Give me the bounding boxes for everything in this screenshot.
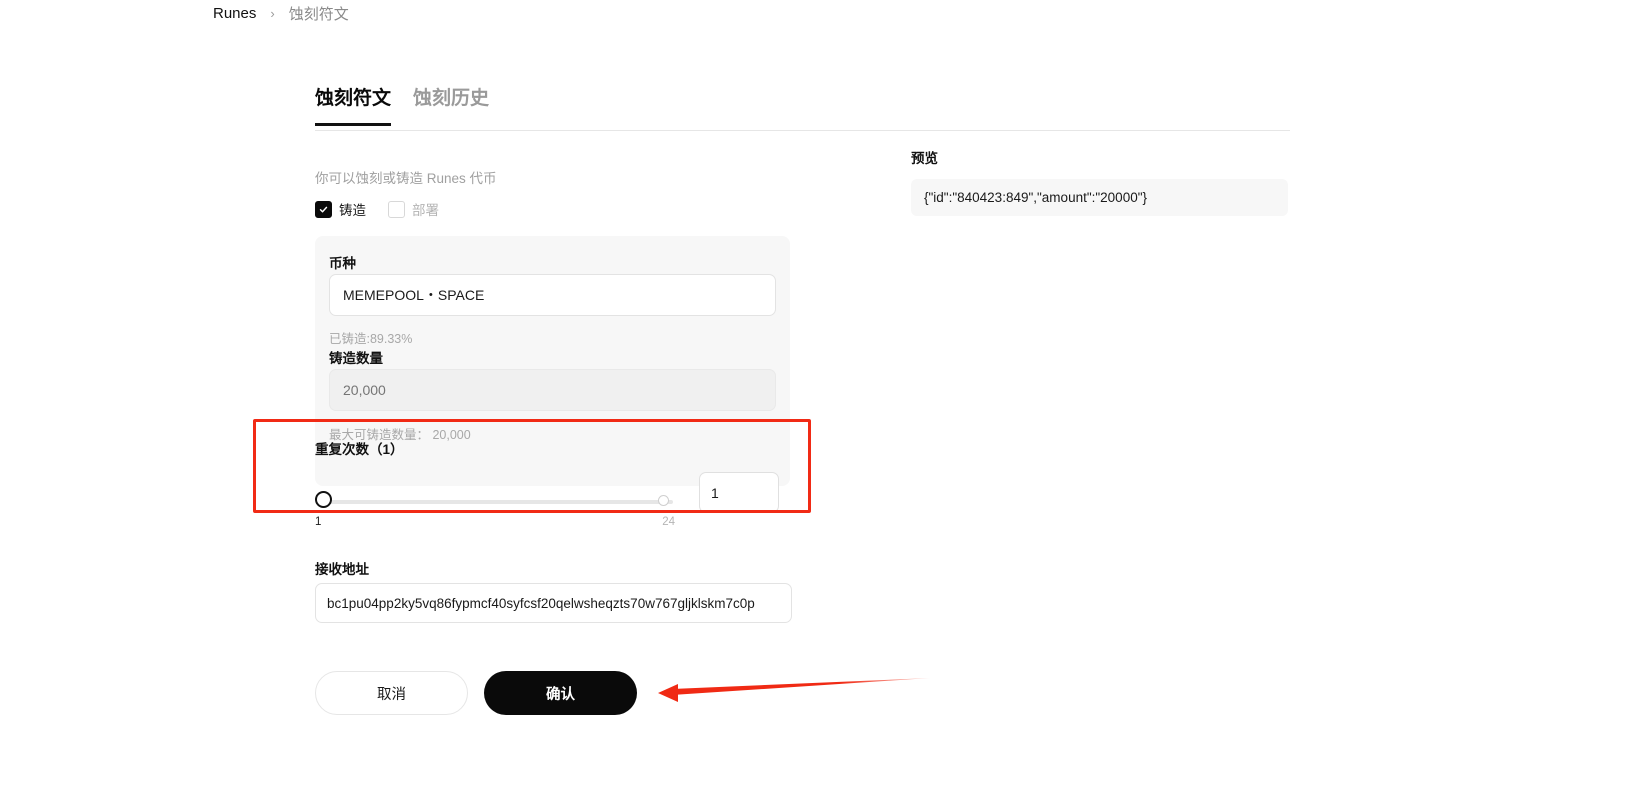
checkbox-deploy[interactable]: 部署 [388,199,439,219]
slider-max-label: 24 [662,516,675,528]
slider-handle[interactable] [315,491,332,508]
checkbox-deploy-label: 部署 [412,203,439,218]
repeat-slider-row: 1 24 [315,472,790,528]
receive-address-input[interactable] [315,583,792,623]
tab-etch-history[interactable]: 蚀刻历史 [413,88,489,126]
tab-divider [315,130,1290,131]
chevron-right-icon: › [270,6,275,21]
preview-title: 预览 [911,151,938,166]
breadcrumb: Runes › 蚀刻符文 [213,3,349,24]
repeat-slider[interactable]: 1 24 [315,472,681,528]
mint-amount-input[interactable] [329,369,776,411]
slider-end-marker [658,495,669,506]
checkbox-mint-label: 铸造 [339,203,366,218]
slider-track[interactable] [323,500,673,504]
slider-min-label: 1 [315,516,322,528]
slider-scale: 1 24 [315,516,681,528]
form-description: 你可以蚀刻或铸造 Runes 代币 [315,171,497,186]
breadcrumb-current: 蚀刻符文 [288,6,349,23]
repeat-count-section: 重复次数（1） 1 24 [315,438,790,528]
annotation-arrow-icon [658,678,930,702]
checkbox-unchecked-icon [388,200,405,218]
mint-amount-label: 铸造数量 [329,351,383,366]
checkbox-checked-icon [315,200,332,218]
tab-bar: 蚀刻符文 蚀刻历史 [315,88,489,126]
checkbox-mint[interactable]: 铸造 [315,199,366,219]
repeat-count-label: 重复次数（1） [315,442,404,457]
minted-percent-hint: 已铸造:89.33% [329,332,413,346]
confirm-button[interactable]: 确认 [484,671,637,715]
breadcrumb-root-link[interactable]: Runes [213,5,256,22]
mode-checkbox-group: 铸造 部署 [315,199,439,219]
coin-label: 币种 [329,256,356,271]
receive-address-label: 接收地址 [315,562,369,577]
preview-json-box: {"id":"840423:849","amount":"20000"} [911,179,1288,216]
cancel-button[interactable]: 取消 [315,671,468,715]
coin-input[interactable] [329,274,776,316]
repeat-count-input[interactable] [699,472,779,513]
tab-etch-rune[interactable]: 蚀刻符文 [315,88,392,126]
